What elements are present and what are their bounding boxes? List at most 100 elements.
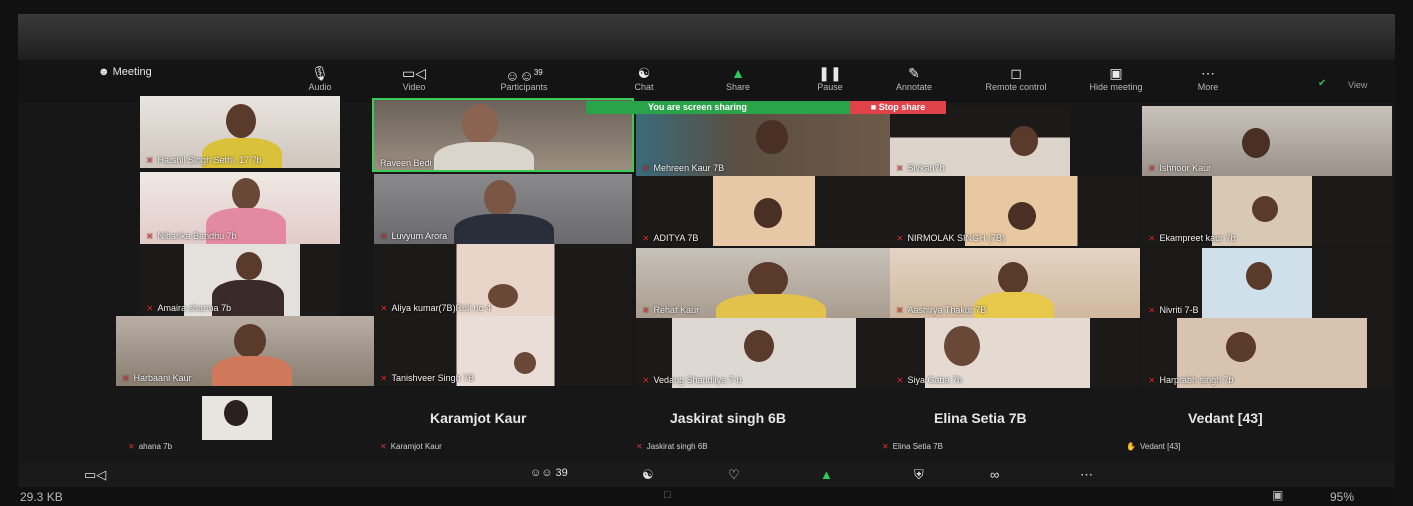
more-icon[interactable]: ⋯ [1080,467,1093,483]
video-camera-icon[interactable]: ▭◁ [84,467,106,483]
chat-button[interactable]: ☯ Chat [604,64,684,92]
participant-tile[interactable]: ⨯ Rehat Kaur [636,248,892,318]
participant-name: ⨯ Jaskirat singh 6B [636,442,708,451]
view-button[interactable]: View [1348,80,1367,90]
participant-name: ⨯ Harprabh singh 7b [1148,375,1234,385]
participant-name: ⨯ NIRMOLAK SINGH (7B) [896,233,1006,243]
participant-name: ⨯ Tanishveer Singh 7B [380,373,475,383]
screen-sharing-banner: You are screen sharing ■ Stop share [586,101,946,114]
shield-icon[interactable]: ⛨ [914,467,924,483]
pause-button[interactable]: ❚❚ Pause [790,64,870,92]
muted-mic-icon: ⨯ [896,233,904,243]
video-label: Video [402,82,426,92]
zoom-level[interactable]: 95% [1330,490,1354,504]
participants-label: Participants [500,82,548,92]
video-button[interactable]: ▭◁ Video [374,64,454,92]
muted-mic-icon: ⨯ [122,373,130,383]
participant-name: ⨯ Vedang Shandilya 7-b [642,375,742,385]
muted-mic-icon: ⨯ [642,305,650,315]
participant-name: ✋ Vedant [43] [1126,442,1181,451]
participant-tile[interactable]: ⨯ Siya Gaba 7b [890,318,1140,388]
participant-tile[interactable]: ⨯ Luvyum Arora [374,174,632,244]
participant-tile[interactable]: ⨯ Mehreen Kaur 7B [636,114,892,176]
audio-label: Audio [308,82,332,92]
muted-mic-icon: ⨯ [896,375,904,385]
participant-tile[interactable]: ⨯ Vedang Shandilya 7-b [636,318,892,388]
apps-icon[interactable]: ∞ [990,467,999,482]
participant-name: ⨯ Niharika Bandhu 7b [146,231,237,241]
participant-tile[interactable]: ⨯ Harshil Singh Sethi ,17 7b [140,96,340,168]
screenshot-icon[interactable]: ▣ [1272,488,1283,502]
muted-mic-icon: ⨯ [642,233,650,243]
participant-tile[interactable]: ⨯ NIRMOLAK SINGH (7B) [890,176,1140,246]
participant-tile[interactable]: ⨯ Niharika Bandhu 7b [140,172,340,244]
reactions-icon[interactable]: ♡ [728,467,740,483]
chat-label: Chat [634,82,654,92]
more-label: More [1197,82,1219,92]
participant-name: ⨯ Sivkan7b [896,163,945,173]
meeting-button[interactable]: ☻ Meeting [98,66,152,78]
annotate-label: Annotate [895,82,933,92]
participants-count: 39 [555,467,568,479]
floating-control-bar: ▭◁ ☺☺ 39 ☯ ♡ ▲ ⛨ ∞ ⋯ [18,463,1395,487]
chat-icon[interactable]: ☯ [642,467,654,483]
muted-mic-icon: ⨯ [642,375,650,385]
participant-tile[interactable]: ⨯ Amaira sharma 7b [140,244,340,316]
participant-name: ⨯ ahana 7b [128,442,173,451]
participants-button[interactable]: ☺☺ 39 [530,467,568,479]
laptop-screen: ☻ Meeting 🎙︎ Audio ▭◁ Video ☺☺39 Partici… [18,14,1395,506]
participant-tile[interactable]: ⨯ Aliya kumar(7B)Roll no 4 [374,244,632,316]
participant-name: ⨯ Rehat Kaur [642,305,700,315]
participant-tile[interactable]: ⨯ Ishnoor Kaur [1142,106,1392,176]
hide-meeting-button[interactable]: ▣ Hide meeting [1076,64,1156,92]
fit-screen-icon[interactable]: □ [664,489,671,501]
muted-mic-icon: ⨯ [1148,163,1156,173]
muted-mic-icon: ⨯ [146,303,154,313]
participant-tile[interactable]: ⨯ Aashirya Thakur 7B [890,248,1140,318]
muted-mic-icon: ⨯ [380,231,388,241]
muted-mic-icon: ⨯ [636,442,643,451]
participant-name: ⨯ Luvyum Arora [380,231,448,241]
no-video-display-name: Elina Setia 7B [934,410,1027,426]
photo-frame: ☻ Meeting 🎙︎ Audio ▭◁ Video ☺☺39 Partici… [0,0,1413,506]
participant-tile[interactable]: ⨯ ADITYA 7B [636,176,892,246]
participant-name: ⨯ Nivriti 7-B [1148,305,1199,315]
annotate-button[interactable]: ✎ Annotate [874,64,954,92]
stop-share-button[interactable]: ■ Stop share [850,101,946,114]
hide-meeting-label: Hide meeting [1089,82,1143,92]
participant-tile[interactable]: ⨯ Ekampreet kaur 7b [1142,176,1392,246]
share-icon[interactable]: ▲ [820,467,833,482]
screen-sharing-message: You are screen sharing [648,102,747,112]
participant-thumbnail[interactable] [202,396,272,440]
participant-tile[interactable]: ⨯ Tanishveer Singh 7B [374,316,632,386]
participant-tile[interactable]: ⨯ Harprabh singh 7b [1142,318,1392,388]
muted-mic-icon: ⨯ [882,442,889,451]
raised-hand-icon: ✋ [1126,442,1136,451]
participant-name: ⨯ Karamjot Kaur [380,442,442,451]
share-label: Share [725,82,751,92]
muted-mic-icon: ⨯ [896,305,904,315]
participant-name: ⨯ ADITYA 7B [642,233,699,243]
participant-tile[interactable]: ⨯ Harbaani Kaur [116,316,376,386]
remote-control-button[interactable]: ◻ Remote control [976,64,1056,92]
image-viewer-status-bar: 29.3 KB □ ▣ 95% [18,487,1395,506]
participants-button[interactable]: ☺☺39 Participants [484,64,564,92]
pause-icon: ❚❚ [818,65,842,81]
muted-mic-icon: ⨯ [896,163,904,173]
audio-button[interactable]: 🎙︎ Audio [280,64,360,92]
muted-mic-icon: ⨯ [146,231,154,241]
muted-mic-icon: ⨯ [380,373,388,383]
pause-label: Pause [817,82,843,92]
participant-name: ⨯ Aliya kumar(7B)Roll no 4 [380,303,492,313]
participant-name: ⨯ Harshil Singh Sethi ,17 7b [146,155,262,165]
shield-icon: ✔ [1318,78,1327,89]
no-video-display-name: Vedant [43] [1188,410,1263,426]
share-button[interactable]: ▲ Share [698,64,778,92]
participant-tile[interactable]: ⨯ Nivriti 7-B [1142,248,1392,318]
more-button[interactable]: ⋯ More [1168,64,1248,92]
no-video-display-name: Karamjot Kaur [430,410,527,426]
participant-tile[interactable]: ⨯ Sivkan7b [890,106,1070,176]
participants-count: 39 [533,68,543,77]
muted-mic-icon: ⨯ [1148,375,1156,385]
more-icon: ⋯ [1201,65,1215,81]
